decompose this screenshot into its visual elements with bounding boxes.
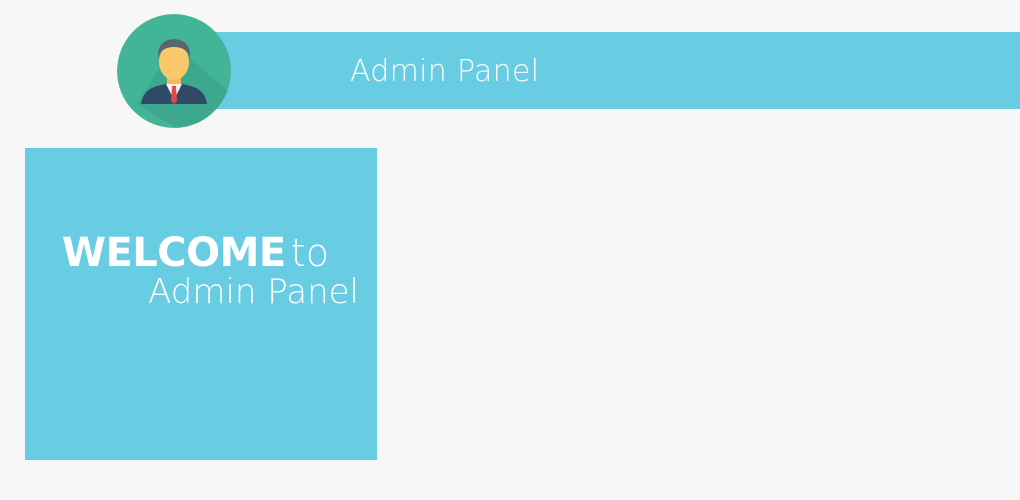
header-title: Admin Panel [350,54,540,89]
user-avatar-icon[interactable] [117,14,231,128]
welcome-card: WELCOME to Admin Panel [25,148,377,460]
welcome-subtitle: Admin Panel [148,272,359,312]
welcome-to-text: to [290,231,329,275]
header-bar [190,32,1020,109]
